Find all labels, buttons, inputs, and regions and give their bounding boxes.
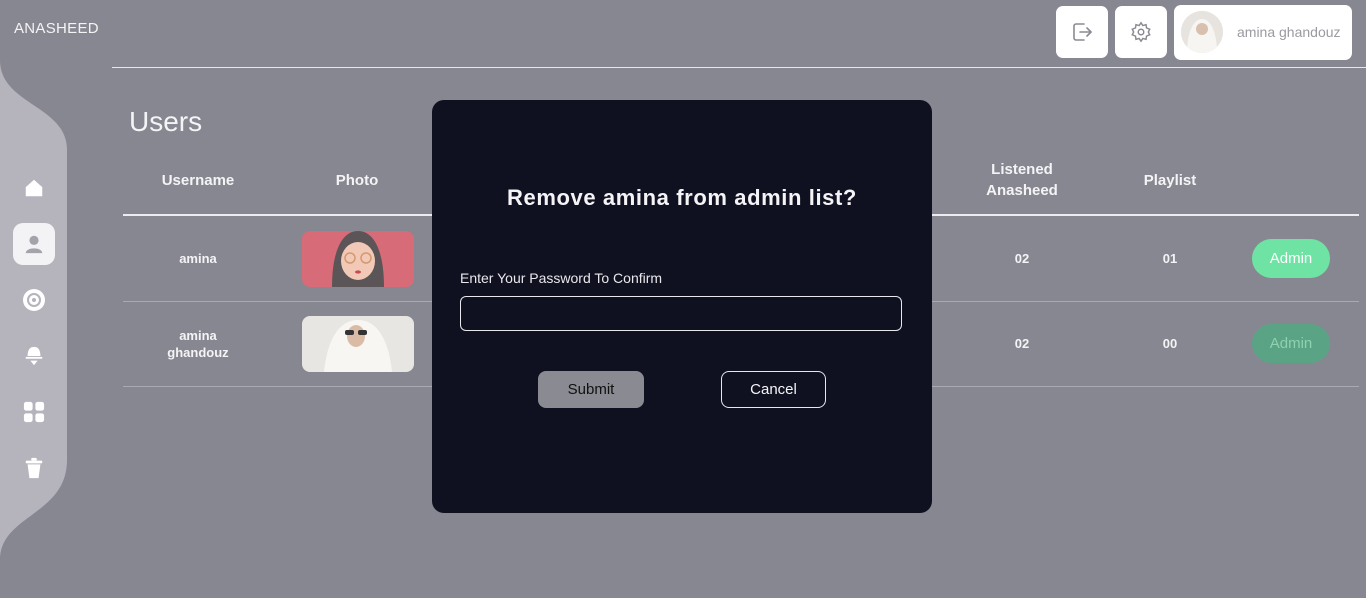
- column-header-listened-line2: Anasheed: [986, 182, 1058, 199]
- sidebar-item-notifications[interactable]: [13, 335, 55, 377]
- user-name: amina ghandouz: [1237, 24, 1341, 40]
- admin-button[interactable]: Admin: [1252, 324, 1330, 363]
- user-photo: [302, 316, 414, 372]
- column-header-listened-line1: Listened: [991, 161, 1053, 178]
- logout-icon: [1073, 23, 1092, 41]
- row-listened: 02: [1014, 336, 1030, 351]
- user-icon: [25, 235, 43, 254]
- home-icon: [25, 179, 43, 197]
- row-listened: 02: [1014, 251, 1030, 266]
- cancel-button[interactable]: Cancel: [721, 371, 826, 408]
- row-username-line2: ghandouz: [167, 345, 229, 360]
- sidebar-item-users[interactable]: [13, 223, 55, 265]
- row-username: amina ghandouz: [148, 327, 248, 361]
- admin-button[interactable]: Admin: [1252, 239, 1330, 278]
- trash-icon: [25, 457, 43, 479]
- sidebar-item-categories[interactable]: [13, 391, 55, 433]
- password-input[interactable]: [460, 296, 902, 331]
- bell-icon: [25, 346, 43, 366]
- column-header-listened: Listened Anasheed: [962, 159, 1082, 201]
- gear-icon: [1131, 21, 1151, 43]
- page-title: Users: [129, 106, 203, 137]
- user-photo: [302, 231, 414, 287]
- settings-button[interactable]: [1115, 6, 1167, 58]
- modal-title: Remove amina from admin list?: [507, 185, 857, 210]
- sidebar-item-music[interactable]: [13, 279, 55, 321]
- column-header-photo: Photo: [335, 172, 379, 189]
- app-logo: ANASHEED: [14, 20, 99, 37]
- header-divider: [112, 67, 1366, 68]
- avatar: [1181, 11, 1223, 53]
- sidebar-background: [0, 60, 67, 580]
- sidebar-item-home[interactable]: [13, 167, 55, 209]
- user-profile-button[interactable]: amina ghandouz: [1174, 5, 1352, 60]
- logout-button[interactable]: [1056, 6, 1108, 58]
- column-header-username: Username: [161, 172, 235, 189]
- password-label: Enter Your Password To Confirm: [460, 270, 663, 286]
- submit-button[interactable]: Submit: [538, 371, 644, 408]
- sidebar-item-trash[interactable]: [13, 447, 55, 489]
- disc-icon: [23, 289, 45, 311]
- row-username-line1: amina: [179, 328, 217, 343]
- grid-icon: [23, 401, 45, 423]
- row-playlist: 00: [1162, 336, 1178, 351]
- row-playlist: 01: [1162, 251, 1178, 266]
- confirm-modal: Remove amina from admin list? Enter Your…: [432, 100, 932, 513]
- row-username: amina: [179, 251, 217, 266]
- column-header-playlist: Playlist: [1143, 172, 1197, 189]
